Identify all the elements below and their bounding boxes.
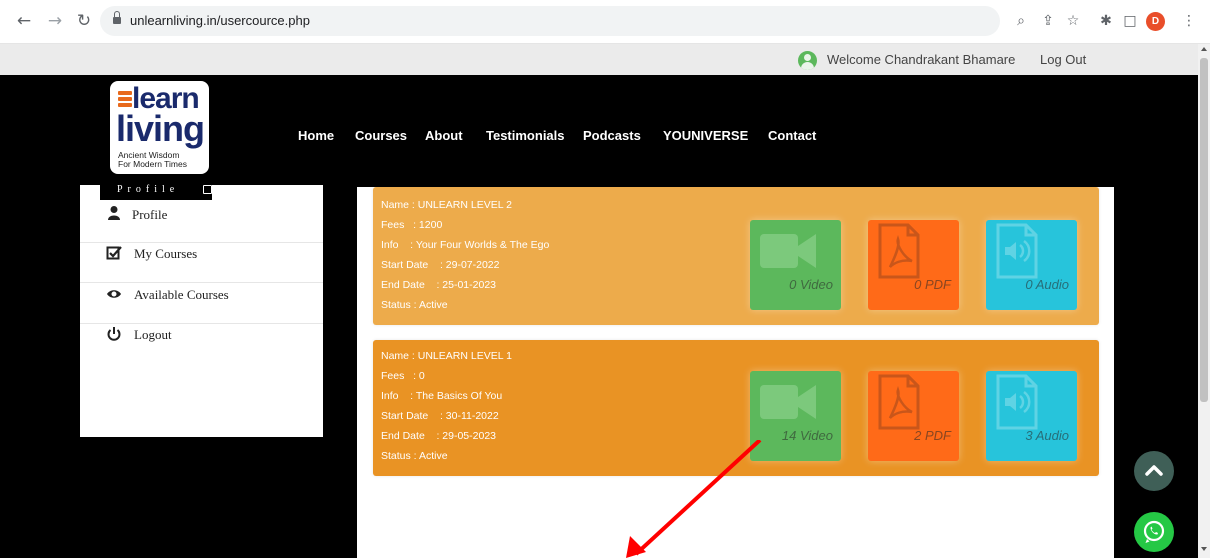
user-circle-icon <box>798 51 817 70</box>
audio-tile[interactable]: 0 Audio <box>986 220 1077 310</box>
video-camera-icon <box>760 234 816 268</box>
course-end-date: End Date : 25-01-2023 <box>381 279 496 291</box>
site-logo[interactable]: learn living Ancient Wisdom For Modern T… <box>110 81 209 174</box>
back-icon[interactable]: ← <box>14 11 34 31</box>
profile-avatar[interactable]: D <box>1146 12 1165 31</box>
sidebar-item-label: Logout <box>134 327 172 342</box>
course-name: Name : UNLEARN LEVEL 1 <box>381 350 512 362</box>
profile-header-label: Profile <box>117 184 180 195</box>
welcome-bar: Welcome Chandrakant Bhamare Log Out <box>0 44 1198 75</box>
address-bar[interactable]: unlearnliving.in/usercource.php <box>100 6 1000 36</box>
logout-link[interactable]: Log Out <box>1040 52 1086 67</box>
video-tile[interactable]: 0 Video <box>750 220 841 310</box>
course-end-date: End Date : 29-05-2023 <box>381 430 496 442</box>
course-start-date: Start Date : 29-07-2022 <box>381 259 500 271</box>
page-scrollbar[interactable] <box>1198 44 1210 558</box>
star-icon[interactable]: ☆ <box>1064 12 1082 30</box>
sidebar-item-label: My Courses <box>134 246 198 261</box>
pdf-tile[interactable]: 2 PDF <box>868 371 959 461</box>
lock-icon[interactable] <box>113 11 121 25</box>
sidebar-item-my-courses[interactable]: My Courses <box>80 245 323 283</box>
edit-icon[interactable] <box>203 185 212 194</box>
sidebar-item-label: Profile <box>132 207 168 222</box>
audio-tile[interactable]: 3 Audio <box>986 371 1077 461</box>
course-info: Info : The Basics Of You <box>381 390 503 402</box>
course-info: Info : Your Four Worlds & The Ego <box>381 239 550 251</box>
welcome-text: Welcome Chandrakant Bhamare <box>827 52 1016 67</box>
sidebar-item-available-courses[interactable]: Available Courses <box>80 286 323 324</box>
course-name: Name : UNLEARN LEVEL 2 <box>381 199 512 211</box>
profile-header[interactable]: Profile <box>100 182 212 200</box>
eye-icon <box>107 290 121 298</box>
nav-contact[interactable]: Contact <box>768 128 816 143</box>
whatsapp-button[interactable] <box>1134 512 1174 552</box>
sidebar-item-logout[interactable]: Logout <box>80 326 323 364</box>
sidepanel-icon[interactable]: □ <box>1121 12 1139 30</box>
nav-courses[interactable]: Courses <box>355 128 407 143</box>
nav-youniverse[interactable]: YOUNIVERSE <box>663 128 748 143</box>
power-icon <box>107 327 121 341</box>
reload-icon[interactable]: ↻ <box>74 11 94 31</box>
logo-tagline: Ancient Wisdom For Modern Times <box>118 151 187 169</box>
nav-testimonials[interactable]: Testimonials <box>486 128 565 143</box>
scroll-down-arrow-icon[interactable] <box>1201 547 1207 551</box>
forward-icon[interactable]: → <box>45 11 65 31</box>
course-card: Name : UNLEARN LEVEL 2 Fees : 1200 Info … <box>373 187 1099 325</box>
browser-toolbar: ← → ↻ unlearnliving.in/usercource.php ⌕ … <box>0 0 1210 44</box>
annotation-arrow <box>626 440 762 558</box>
chevron-up-icon <box>1145 465 1163 476</box>
audio-count: 3 Audio <box>1025 428 1069 443</box>
nav-about[interactable]: About <box>425 128 463 143</box>
scroll-to-top-button[interactable] <box>1134 451 1174 491</box>
sidebar-item-label: Available Courses <box>134 287 229 302</box>
pdf-tile[interactable]: 0 PDF <box>868 220 959 310</box>
pdf-count: 2 PDF <box>914 428 951 443</box>
audio-count: 0 Audio <box>1025 277 1069 292</box>
course-start-date: Start Date : 30-11-2022 <box>381 410 499 422</box>
logo-tagline-line2: For Modern Times <box>118 159 187 169</box>
video-count: 14 Video <box>781 428 833 443</box>
user-icon <box>108 206 120 220</box>
checkbox-icon <box>106 246 122 260</box>
pdf-count: 0 PDF <box>914 277 951 292</box>
course-status: Status : Active <box>381 299 448 311</box>
course-status: Status : Active <box>381 450 448 462</box>
pdf-file-icon <box>878 223 920 279</box>
zoom-icon[interactable]: ⌕ <box>1012 12 1030 30</box>
url-text[interactable]: unlearnliving.in/usercource.php <box>130 13 310 28</box>
pdf-file-icon <box>878 374 920 430</box>
menu-icon[interactable]: ⋮ <box>1180 12 1198 30</box>
scroll-up-arrow-icon[interactable] <box>1201 47 1207 51</box>
whatsapp-icon <box>1143 520 1165 543</box>
sidebar-item-profile[interactable]: Profile <box>80 205 323 243</box>
audio-file-icon <box>996 374 1038 430</box>
course-fees: Fees : 1200 <box>381 219 443 231</box>
video-count: 0 Video <box>789 277 833 292</box>
nav-podcasts[interactable]: Podcasts <box>583 128 641 143</box>
video-camera-icon <box>760 385 816 419</box>
extensions-icon[interactable]: ✱ <box>1097 12 1115 30</box>
scroll-thumb[interactable] <box>1200 58 1208 402</box>
logo-word-living: living <box>116 108 205 149</box>
nav-home[interactable]: Home <box>298 128 334 143</box>
audio-file-icon <box>996 223 1038 279</box>
share-icon[interactable]: ⇪ <box>1039 12 1057 30</box>
course-fees: Fees : 0 <box>381 370 425 382</box>
